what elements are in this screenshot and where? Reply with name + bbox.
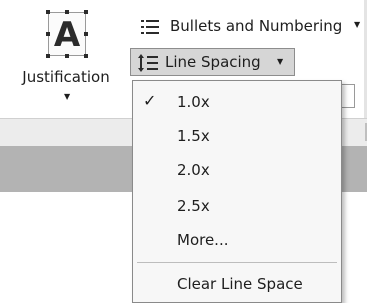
- menu-item-2-0x[interactable]: 2.0x: [133, 155, 341, 185]
- menu-item-label: 2.0x: [177, 161, 210, 179]
- justification-button[interactable]: A Justification ▼: [12, 6, 120, 104]
- menu-item-2-5x[interactable]: 2.5x: [133, 191, 341, 221]
- chevron-down-icon[interactable]: ▼: [354, 20, 360, 29]
- line-spacing-icon: [138, 54, 158, 72]
- line-spacing-menu: ✓ 1.0x 1.5x 2.0x 2.5x More... Clear Line…: [132, 80, 342, 303]
- chevron-down-icon[interactable]: ▼: [277, 57, 283, 66]
- menu-item-label: 1.0x: [177, 93, 210, 111]
- line-spacing-label: Line Spacing: [165, 53, 261, 71]
- menu-item-label: More...: [177, 231, 229, 249]
- menu-item-more[interactable]: More...: [133, 225, 341, 255]
- bullets-and-numbering-label: Bullets and Numbering: [170, 17, 343, 35]
- justification-glyph: A: [53, 15, 81, 55]
- menu-item-clear-line-space[interactable]: Clear Line Space: [133, 269, 341, 299]
- menu-item-label: 2.5x: [177, 197, 210, 215]
- justification-label: Justification: [22, 68, 110, 86]
- text-justification-icon: A: [46, 10, 88, 58]
- menu-item-1-5x[interactable]: 1.5x: [133, 121, 341, 151]
- bulleted-list-icon: [141, 20, 159, 34]
- menu-separator: [137, 262, 337, 263]
- checkmark-icon: ✓: [143, 91, 157, 110]
- menu-item-label: 1.5x: [177, 127, 210, 145]
- chevron-down-icon[interactable]: ▼: [64, 92, 70, 101]
- menu-item-label: Clear Line Space: [177, 275, 303, 293]
- hidden-input-field[interactable]: [340, 84, 355, 108]
- menu-item-1-0x[interactable]: ✓ 1.0x: [133, 87, 341, 117]
- line-spacing-button[interactable]: Line Spacing ▼: [130, 48, 295, 76]
- bullets-and-numbering-button[interactable]: Bullets and Numbering ▼: [136, 14, 366, 40]
